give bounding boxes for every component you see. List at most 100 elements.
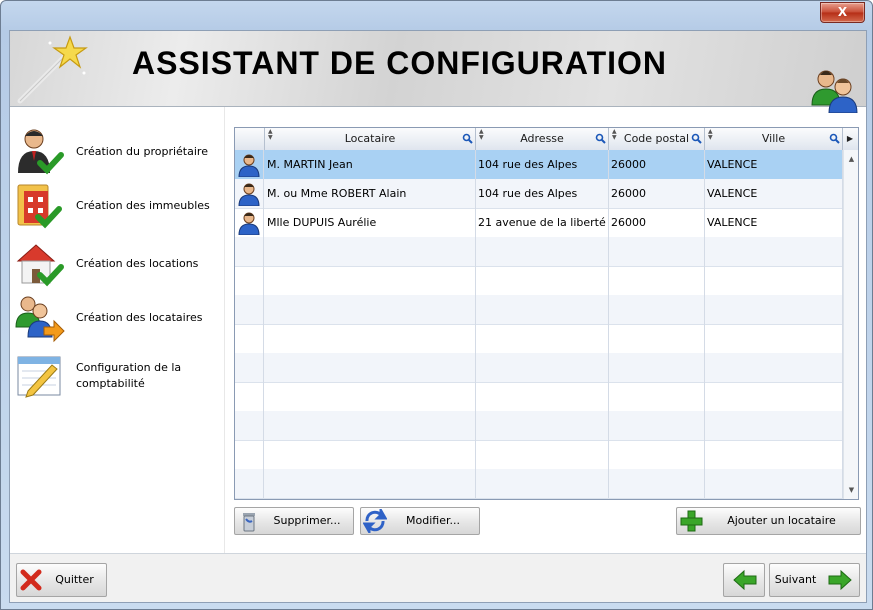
table-row[interactable] <box>235 411 843 441</box>
scroll-up-arrow-icon[interactable]: ▲ <box>844 152 858 166</box>
tenants-table: ▲ ▼ Locataire ▲ ▼ Adresse ▲ ▼ Code postal ▲… <box>234 127 859 500</box>
cell-locataire: Mlle DUPUIS Aurélie <box>265 208 476 237</box>
cell-ville: VALENCE <box>705 179 843 208</box>
users-arrow-icon <box>15 296 65 343</box>
cell-adresse <box>476 324 609 353</box>
cell-locataire <box>265 469 476 498</box>
edit-button[interactable]: Modifier... <box>360 507 480 535</box>
cell-locataire <box>265 382 476 411</box>
row-icon-cell <box>235 179 264 208</box>
close-button[interactable]: X <box>820 2 865 23</box>
steps-sidebar: Création du propriétaire Création des im… <box>10 107 225 554</box>
table-row[interactable] <box>235 353 843 383</box>
step-label: Création des locations <box>76 257 199 270</box>
cell-adresse <box>476 266 609 295</box>
table-row[interactable] <box>235 469 843 499</box>
cell-ville <box>705 411 843 440</box>
cell-locataire <box>265 440 476 469</box>
step-comptabilite[interactable]: Configuration de la comptabilité <box>10 351 224 401</box>
vertical-scrollbar[interactable]: ▲ ▼ <box>843 150 858 499</box>
row-icon-cell <box>235 266 264 295</box>
cell-adresse <box>476 469 609 498</box>
table-row[interactable] <box>235 440 843 470</box>
wizard-window: X ASSISTANT DE CONFIGURATION Création du… <box>0 0 873 610</box>
sort-icon[interactable]: ▲ ▼ <box>268 129 273 141</box>
step-locations[interactable]: Création des locations <box>10 239 224 289</box>
cell-locataire <box>265 266 476 295</box>
header-banner: ASSISTANT DE CONFIGURATION <box>10 31 866 113</box>
cell-code-postal <box>609 440 705 469</box>
scroll-right-arrow-icon[interactable]: ▶ <box>843 128 857 150</box>
column-header-code-postal[interactable]: ▲ ▼ Code postal <box>609 128 705 150</box>
back-button[interactable] <box>723 563 765 597</box>
column-header-ville[interactable]: ▲ ▼ Ville <box>705 128 843 150</box>
cell-locataire <box>265 237 476 266</box>
cell-adresse <box>476 237 609 266</box>
arrow-right-icon <box>828 569 852 591</box>
cell-locataire: M. MARTIN Jean <box>265 150 476 179</box>
client-area: ASSISTANT DE CONFIGURATION Création du p… <box>9 30 867 603</box>
cell-locataire <box>265 295 476 324</box>
cell-adresse: 104 rue des Alpes <box>476 150 609 179</box>
step-label: Création des locataires <box>76 311 203 324</box>
step-label: Création du propriétaire <box>76 145 208 158</box>
delete-button[interactable]: Supprimer... <box>234 507 354 535</box>
row-icon-cell <box>235 324 264 353</box>
cell-locataire <box>265 411 476 440</box>
sort-icon[interactable]: ▲ ▼ <box>612 129 617 141</box>
quit-button[interactable]: Quitter <box>16 563 107 597</box>
cell-ville <box>705 237 843 266</box>
step-immeubles[interactable]: Création des immeubles <box>10 181 224 231</box>
step-locataires[interactable]: Création des locataires <box>10 293 224 343</box>
users-icon <box>811 70 858 113</box>
search-icon[interactable] <box>595 133 606 144</box>
cell-ville <box>705 324 843 353</box>
cell-code-postal <box>609 295 705 324</box>
header-icon-column <box>235 128 265 150</box>
next-button[interactable]: Suivant <box>769 563 860 597</box>
cell-adresse <box>476 295 609 324</box>
cell-code-postal <box>609 353 705 382</box>
tenant-icon <box>238 154 260 177</box>
cell-ville <box>705 469 843 498</box>
column-header-adresse[interactable]: ▲ ▼ Adresse <box>476 128 609 150</box>
table-row[interactable] <box>235 382 843 412</box>
cell-code-postal <box>609 382 705 411</box>
cell-code-postal <box>609 324 705 353</box>
cell-adresse <box>476 353 609 382</box>
step-proprietaire[interactable]: Création du propriétaire <box>10 127 224 177</box>
table-row[interactable] <box>235 324 843 354</box>
cell-ville <box>705 440 843 469</box>
table-row[interactable] <box>235 295 843 325</box>
cell-locataire <box>265 353 476 382</box>
table-row[interactable]: M. MARTIN Jean 104 rue des Alpes 26000 VALE… <box>235 150 843 180</box>
search-icon[interactable] <box>829 133 840 144</box>
notepad-pencil-icon <box>17 356 61 398</box>
row-icon-cell <box>235 440 264 469</box>
row-icon-cell <box>235 382 264 411</box>
trash-icon <box>243 513 255 532</box>
column-header-locataire[interactable]: ▲ ▼ Locataire <box>265 128 476 150</box>
cell-ville: VALENCE <box>705 208 843 237</box>
building-folder-check-icon <box>17 184 62 229</box>
row-icon-cell <box>235 411 264 440</box>
sort-icon[interactable]: ▲ ▼ <box>479 129 484 141</box>
table-row[interactable]: M. ou Mme ROBERT Alain 104 rue des Alpes 2… <box>235 179 843 209</box>
table-row[interactable] <box>235 237 843 267</box>
cell-code-postal: 26000 <box>609 208 705 237</box>
cell-locataire <box>265 324 476 353</box>
add-tenant-button[interactable]: Ajouter un locataire <box>676 507 861 535</box>
magic-wand-icon <box>17 35 88 104</box>
sort-icon[interactable]: ▲ ▼ <box>708 129 713 141</box>
search-icon[interactable] <box>462 133 473 144</box>
row-icon-cell <box>235 208 264 237</box>
table-row[interactable] <box>235 266 843 296</box>
table-row[interactable]: Mlle DUPUIS Aurélie 21 avenue de la liber… <box>235 208 843 238</box>
tenant-icon <box>238 212 260 235</box>
scroll-down-arrow-icon[interactable]: ▼ <box>844 483 858 497</box>
table-header: ▲ ▼ Locataire ▲ ▼ Adresse ▲ ▼ Code postal ▲… <box>235 128 858 151</box>
search-icon[interactable] <box>691 133 702 144</box>
row-icon-cell <box>235 295 264 324</box>
cell-code-postal <box>609 411 705 440</box>
cell-adresse: 21 avenue de la liberté <box>476 208 609 237</box>
